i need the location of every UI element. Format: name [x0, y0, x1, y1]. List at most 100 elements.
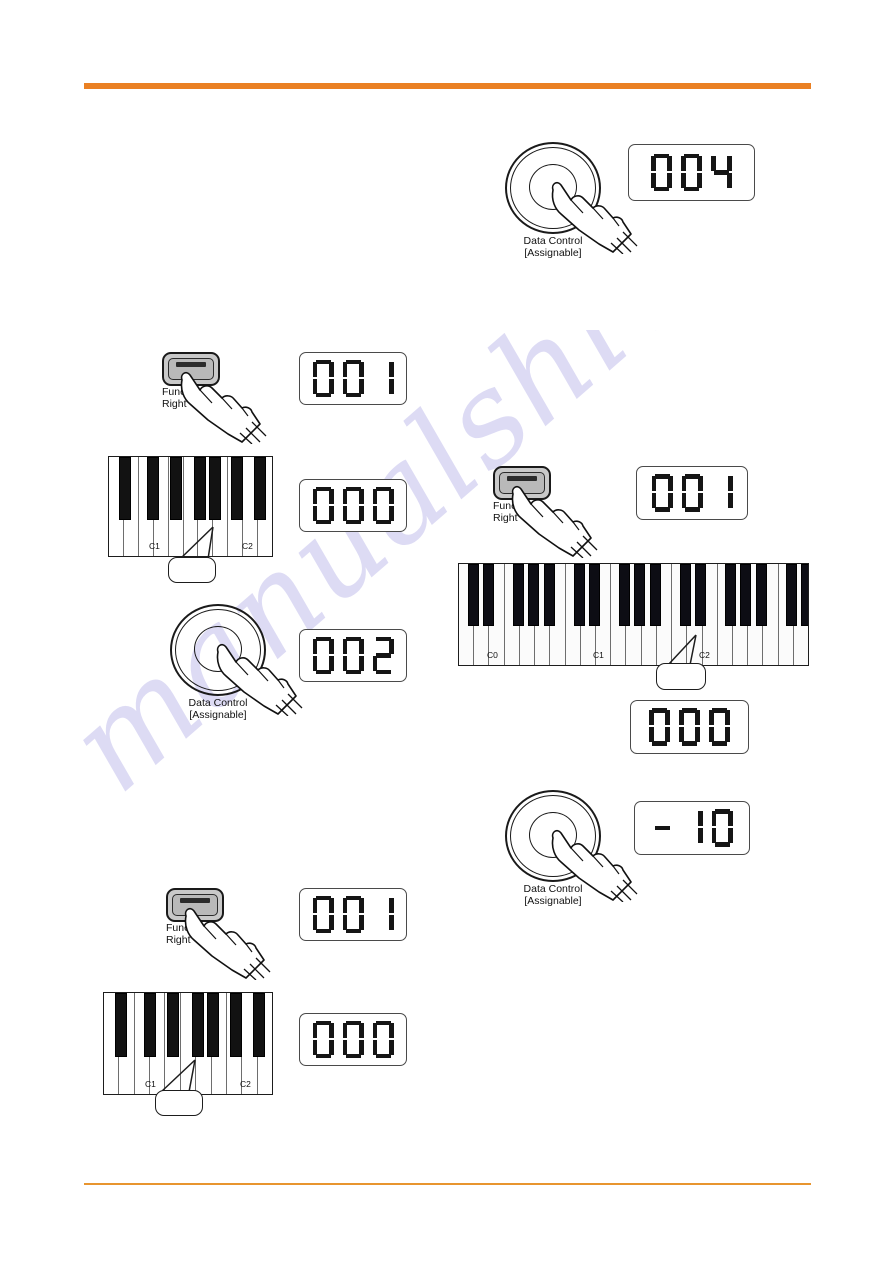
- lcd-display-000-b: 000: [630, 700, 749, 754]
- lcd-digit-minus: [652, 809, 673, 847]
- callout-box: [155, 1090, 203, 1116]
- button-bar: [507, 476, 537, 481]
- lcd-digit: [681, 474, 703, 512]
- black-key[interactable]: [634, 564, 645, 626]
- black-key-selected[interactable]: [695, 564, 706, 626]
- lcd-digits: [649, 708, 730, 746]
- lcd-digit: [312, 359, 334, 398]
- black-key[interactable]: [254, 457, 266, 520]
- data-control-knob-1[interactable]: Data Control [Assignable]: [483, 142, 638, 259]
- lcd-digits: [312, 895, 394, 934]
- push-button[interactable]: [166, 888, 224, 922]
- black-key[interactable]: [207, 993, 219, 1057]
- knob-inner-circle: [194, 626, 242, 672]
- lcd-digit: [651, 474, 673, 512]
- lcd-digit: [651, 153, 672, 192]
- lcd-digit: [711, 154, 732, 192]
- lcd-digit: [373, 360, 394, 398]
- lcd-display-minus10: -10: [634, 801, 750, 855]
- lcd-digit: [712, 474, 733, 512]
- black-key[interactable]: [619, 564, 630, 626]
- black-key[interactable]: [513, 564, 524, 626]
- knob-inner-circle: [529, 812, 577, 858]
- black-key[interactable]: [144, 993, 156, 1057]
- function-right-button-2[interactable]: Function Right: [489, 466, 609, 558]
- black-key[interactable]: [147, 457, 159, 520]
- lcd-digit: [679, 708, 700, 746]
- lcd-digits: [651, 153, 732, 192]
- function-right-button-1[interactable]: Function Right: [158, 352, 278, 444]
- lcd-display-001-b: 001: [636, 466, 748, 520]
- lcd-display-004: 004: [628, 144, 755, 201]
- knob-label: Data Control [Assignable]: [523, 235, 583, 259]
- lcd-digit: [372, 486, 394, 525]
- black-key[interactable]: [483, 564, 494, 626]
- lcd-digit: [372, 1020, 394, 1059]
- button-label: Function Right: [162, 386, 203, 410]
- lcd-digit: [312, 1020, 334, 1059]
- manual-page: manualshive.com Data Control [Assignable…: [0, 0, 893, 1263]
- header-rule: [84, 83, 811, 89]
- black-key[interactable]: [468, 564, 479, 626]
- knob-inner-circle: [529, 164, 577, 210]
- knob-dial[interactable]: [505, 790, 638, 902]
- lcd-digits: [652, 809, 733, 847]
- black-key[interactable]: [230, 993, 242, 1057]
- lcd-digits: [651, 474, 733, 512]
- data-control-knob-2[interactable]: Data Control [Assignable]: [148, 604, 303, 721]
- push-button[interactable]: [162, 352, 220, 386]
- lcd-digit: [373, 896, 394, 934]
- note-label-c0: C0: [487, 650, 498, 660]
- black-key[interactable]: [574, 564, 585, 626]
- lcd-display-001-a: 001: [299, 352, 407, 405]
- lcd-digits: [312, 486, 394, 525]
- black-key[interactable]: [680, 564, 691, 626]
- knob-dial[interactable]: [170, 604, 303, 716]
- black-key[interactable]: [194, 457, 206, 520]
- black-key[interactable]: [119, 457, 131, 520]
- black-key[interactable]: [725, 564, 736, 626]
- lcd-digit: [342, 895, 364, 934]
- key-callout-1: [108, 525, 278, 585]
- black-key[interactable]: [589, 564, 600, 626]
- lcd-digits: [312, 1020, 394, 1059]
- data-control-knob-3[interactable]: Data Control [Assignable]: [483, 790, 638, 907]
- black-key[interactable]: [253, 993, 265, 1057]
- callout-box: [656, 663, 706, 690]
- black-key[interactable]: [650, 564, 661, 626]
- black-key[interactable]: [170, 457, 182, 520]
- knob-label: Data Control [Assignable]: [188, 697, 248, 721]
- key-callout-3: [103, 1058, 278, 1118]
- black-key[interactable]: [801, 564, 808, 626]
- black-key-selected[interactable]: [209, 457, 221, 520]
- black-key[interactable]: [231, 457, 243, 520]
- black-key[interactable]: [756, 564, 767, 626]
- lcd-digits: [312, 359, 394, 398]
- black-key[interactable]: [544, 564, 555, 626]
- function-right-button-3[interactable]: Function Right: [162, 888, 282, 980]
- black-key[interactable]: [528, 564, 539, 626]
- button-bar: [180, 898, 210, 903]
- button-label: Function Right: [493, 500, 534, 524]
- black-key-selected[interactable]: [192, 993, 204, 1057]
- black-key[interactable]: [740, 564, 751, 626]
- knob-label: Data Control [Assignable]: [523, 883, 583, 907]
- lcd-display-000-a: 000: [299, 479, 407, 532]
- lcd-display-000-c: 000: [299, 1013, 407, 1066]
- lcd-digit: [372, 636, 394, 675]
- lcd-digit: [682, 809, 703, 847]
- callout-box: [168, 557, 216, 583]
- knob-dial[interactable]: [505, 142, 638, 254]
- lcd-display-001-c: 001: [299, 888, 407, 941]
- lcd-digit: [312, 636, 334, 675]
- black-key[interactable]: [786, 564, 797, 626]
- lcd-digit: [649, 708, 670, 746]
- black-key[interactable]: [167, 993, 179, 1057]
- black-key[interactable]: [115, 993, 127, 1057]
- button-bar: [176, 362, 206, 367]
- lcd-digit: [342, 1020, 364, 1059]
- lcd-digit: [312, 895, 334, 934]
- lcd-digits: [312, 636, 394, 675]
- push-button[interactable]: [493, 466, 551, 500]
- lcd-digit: [312, 486, 334, 525]
